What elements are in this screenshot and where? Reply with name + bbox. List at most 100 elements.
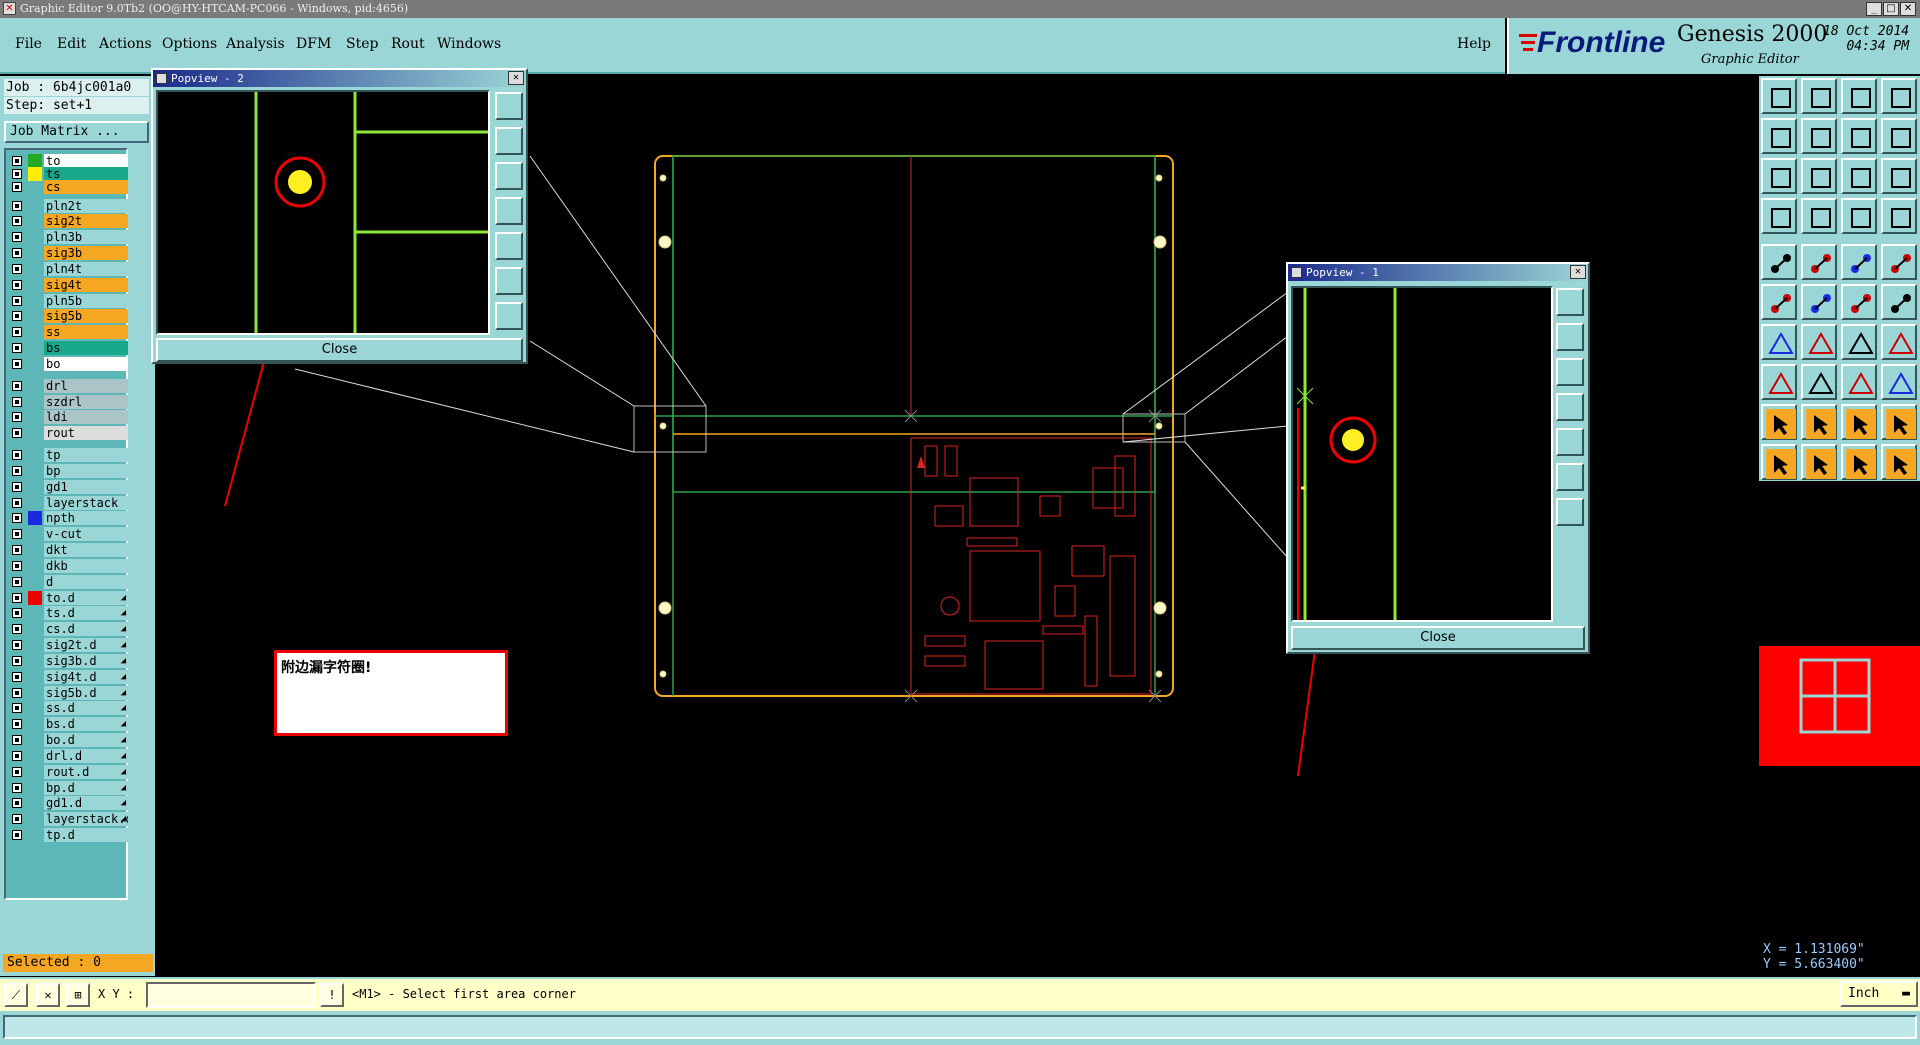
layer-row[interactable]: tp.d bbox=[8, 828, 128, 843]
layer-checkbox[interactable] bbox=[12, 640, 22, 651]
popview-pan-down-button[interactable] bbox=[495, 162, 523, 190]
layer-checkbox[interactable] bbox=[12, 481, 22, 492]
layer-checkbox[interactable] bbox=[12, 671, 22, 682]
popview-pan-up-button[interactable] bbox=[495, 127, 523, 155]
select-box-tool-button[interactable] bbox=[1801, 244, 1837, 280]
alert-icon[interactable]: ! bbox=[320, 983, 344, 1007]
layer-checkbox[interactable] bbox=[12, 814, 22, 825]
layer-row[interactable]: ss bbox=[8, 325, 128, 340]
help-tool-button[interactable] bbox=[1881, 158, 1917, 194]
layer-row[interactable]: pln2t bbox=[8, 198, 128, 213]
layer-row[interactable]: cs.d ◢ bbox=[8, 622, 128, 637]
layer-row[interactable]: bs.d ◢ bbox=[8, 717, 128, 732]
layer-row[interactable]: dkt bbox=[8, 543, 128, 558]
layer-name[interactable]: pln4t bbox=[44, 261, 128, 276]
layer-row[interactable]: ldi bbox=[8, 410, 128, 425]
popview-1-close-icon[interactable]: ✕ bbox=[1570, 265, 1586, 279]
layer-name[interactable]: drl.d ◢ bbox=[44, 748, 128, 763]
layer-checkbox[interactable] bbox=[12, 529, 22, 540]
app-icon[interactable]: ✕ bbox=[3, 2, 16, 15]
bracket-tool-button[interactable] bbox=[1841, 364, 1877, 400]
rotate-tool-button[interactable] bbox=[1841, 118, 1877, 154]
units-select[interactable]: Inch ▬ bbox=[1840, 981, 1918, 1007]
layer-checkbox[interactable] bbox=[12, 782, 22, 793]
layer-name[interactable]: pln3b bbox=[44, 230, 128, 245]
popview-2-close-icon[interactable]: ✕ bbox=[508, 71, 524, 85]
layer-checkbox[interactable] bbox=[12, 576, 22, 587]
grid-mode-button[interactable]: ⊞ bbox=[66, 983, 90, 1007]
popview-pan-right-button[interactable] bbox=[1556, 428, 1584, 456]
layer-row[interactable]: rout.d ◢ bbox=[8, 764, 128, 779]
circle-tool-button[interactable] bbox=[1881, 244, 1917, 280]
arc-tool-button[interactable] bbox=[1761, 324, 1797, 360]
layer-name[interactable]: to.d ◢ bbox=[44, 590, 128, 605]
maximize-button[interactable]: □ bbox=[1883, 2, 1899, 16]
popview-2-close-button[interactable]: Close bbox=[156, 338, 523, 362]
popview-2-window[interactable]: Popview - 2 ✕ Close bbox=[151, 68, 528, 364]
layer-checkbox[interactable] bbox=[12, 248, 22, 259]
layer-checkbox[interactable] bbox=[12, 830, 22, 841]
layer-name[interactable]: gd1.d ◢ bbox=[44, 796, 128, 811]
layer-name[interactable]: v-cut bbox=[44, 527, 128, 542]
layer-name[interactable]: szdrl bbox=[44, 394, 128, 409]
layer-row[interactable]: pln3b bbox=[8, 230, 128, 245]
flip-tool-button[interactable] bbox=[1881, 324, 1917, 360]
link-tool-button[interactable] bbox=[1881, 284, 1917, 320]
layer-name[interactable]: rout.d ◢ bbox=[44, 764, 128, 779]
menu-step[interactable]: Step bbox=[346, 36, 378, 52]
pointer-alt-tool-button[interactable] bbox=[1841, 444, 1877, 480]
pan-right-tool-button[interactable] bbox=[1801, 118, 1837, 154]
layer-row[interactable]: bo.d ◢ bbox=[8, 733, 128, 748]
step-tool-button[interactable] bbox=[1881, 118, 1917, 154]
layout-tool-button[interactable] bbox=[1881, 78, 1917, 114]
layer-name[interactable]: sig2t.d ◢ bbox=[44, 638, 128, 653]
layer-checkbox[interactable] bbox=[12, 200, 22, 211]
peak-tool-button[interactable] bbox=[1801, 404, 1837, 440]
popview-pan-right-button[interactable] bbox=[495, 232, 523, 260]
command-input[interactable] bbox=[3, 1015, 1917, 1039]
layer-checkbox[interactable] bbox=[12, 358, 22, 369]
layer-row[interactable]: sig4t.d ◢ bbox=[8, 669, 128, 684]
layer-name[interactable]: tp.d bbox=[44, 828, 128, 843]
layer-name[interactable]: tp bbox=[44, 447, 128, 462]
layer-name[interactable]: sig3b bbox=[44, 246, 128, 261]
layer-checkbox[interactable] bbox=[12, 624, 22, 635]
menu-actions[interactable]: Actions bbox=[99, 36, 152, 52]
popview-zoom-fit-button[interactable] bbox=[1556, 288, 1584, 316]
layer-name[interactable]: ts.d ◢ bbox=[44, 606, 128, 621]
net-tool-button[interactable] bbox=[1761, 284, 1797, 320]
popview-zoom-in-button[interactable] bbox=[1556, 463, 1584, 491]
popview-2-titlebar[interactable]: Popview - 2 ✕ bbox=[153, 70, 526, 87]
layer-name[interactable]: cs.d ◢ bbox=[44, 622, 128, 637]
layer-checkbox[interactable] bbox=[12, 263, 22, 274]
layer-checkbox[interactable] bbox=[12, 168, 22, 179]
layer-checkbox[interactable] bbox=[12, 181, 22, 192]
layer-row[interactable]: npth bbox=[8, 511, 128, 526]
menu-help[interactable]: Help bbox=[1457, 36, 1491, 52]
fit-tool-button[interactable] bbox=[1761, 158, 1797, 194]
popview-1-view[interactable] bbox=[1291, 286, 1553, 622]
mountain-tool-button[interactable] bbox=[1841, 404, 1877, 440]
layer-row[interactable]: ts.d ◢ bbox=[8, 606, 128, 621]
building-tool-button[interactable] bbox=[1841, 78, 1877, 114]
layer-row[interactable]: sig5b bbox=[8, 309, 128, 324]
layer-checkbox[interactable] bbox=[12, 513, 22, 524]
pointer-path-tool-button[interactable] bbox=[1881, 444, 1917, 480]
layer-name[interactable]: d bbox=[44, 574, 128, 589]
layer-row[interactable]: rout bbox=[8, 426, 128, 441]
layer-name[interactable]: sig5b.d ◢ bbox=[44, 685, 128, 700]
menu-options[interactable]: Options bbox=[162, 36, 217, 52]
layer-row[interactable]: d bbox=[8, 574, 128, 589]
group-tool-button[interactable] bbox=[1881, 364, 1917, 400]
triangle-tool-button[interactable] bbox=[1761, 404, 1797, 440]
grid-tool-button[interactable] bbox=[1801, 198, 1837, 234]
job-matrix-button[interactable]: Job Matrix ... bbox=[4, 121, 149, 143]
popview-zoom-in-button[interactable] bbox=[495, 267, 523, 295]
layer-name[interactable]: sig5b bbox=[44, 309, 128, 324]
layer-checkbox[interactable] bbox=[12, 735, 22, 746]
layer-row[interactable]: sig5b.d ◢ bbox=[8, 685, 128, 700]
layer-name[interactable]: rout bbox=[44, 426, 128, 441]
layer-row[interactable]: layerstack.d ◢ bbox=[8, 812, 128, 827]
popview-pan-left-button[interactable] bbox=[495, 197, 523, 225]
pointer-tool-button[interactable] bbox=[1761, 444, 1797, 480]
